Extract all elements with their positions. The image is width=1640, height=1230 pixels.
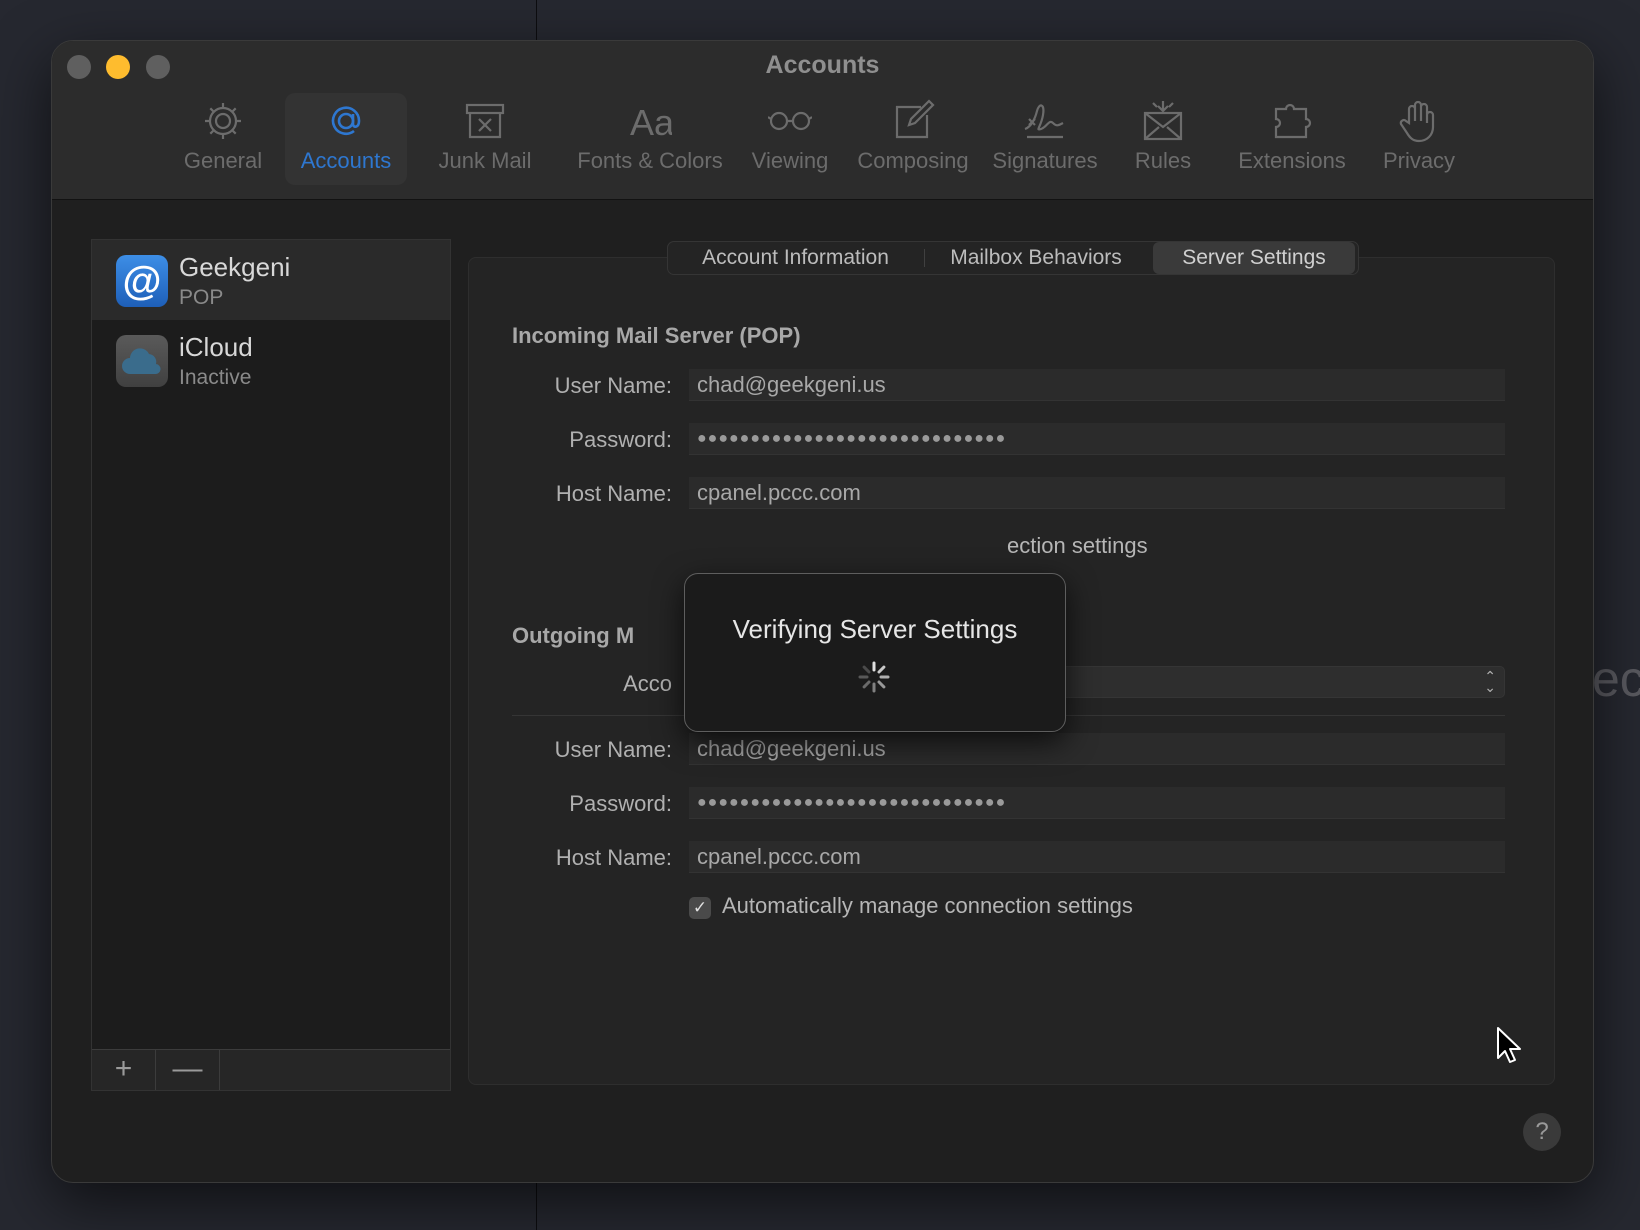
outgoing-account-label: Acco xyxy=(623,671,672,696)
accounts-window: Accounts General Accounts Junk Mail Aa F… xyxy=(51,40,1594,1183)
at-icon xyxy=(324,99,368,143)
incoming-password-field[interactable]: ●●●●●●●●●●●●●●●●●●●●●●●●●●●●● xyxy=(689,423,1505,455)
toolbar-label: General xyxy=(183,148,263,173)
rules-icon xyxy=(1141,99,1185,143)
account-row-geekgeni[interactable]: @ Geekgeni POP xyxy=(92,240,450,320)
toolbar-privacy[interactable]: Privacy xyxy=(1364,93,1474,185)
incoming-host-field[interactable]: cpanel.pccc.com xyxy=(689,477,1505,509)
toolbar-junk-mail[interactable]: Junk Mail xyxy=(417,93,553,185)
svg-text:Aa: Aa xyxy=(630,102,672,143)
outgoing-host-label: Host Name: xyxy=(555,845,672,870)
junk-mail-icon xyxy=(463,99,507,143)
gear-icon xyxy=(201,99,245,143)
toolbar-composing[interactable]: Composing xyxy=(840,93,986,185)
toolbar-accounts[interactable]: Accounts xyxy=(285,93,407,185)
incoming-password-label: Password: xyxy=(569,427,672,452)
titlebar: Accounts General Accounts Junk Mail Aa F… xyxy=(52,41,1593,200)
toolbar-label: Composing xyxy=(857,148,969,173)
toolbar-label: Extensions xyxy=(1238,148,1346,173)
outgoing-user-label: User Name: xyxy=(554,737,672,762)
toolbar-label: Rules xyxy=(1134,148,1192,173)
window-title: Accounts xyxy=(765,51,880,79)
toolbar-label: Fonts & Colors xyxy=(577,148,723,173)
outgoing-password-field[interactable]: ●●●●●●●●●●●●●●●●●●●●●●●●●●●●● xyxy=(689,787,1505,819)
accounts-sidebar: @ Geekgeni POP iCloud Inactive + — xyxy=(91,239,451,1091)
glasses-icon xyxy=(767,99,813,143)
help-button[interactable]: ? xyxy=(1523,1113,1561,1151)
toolbar-label: Junk Mail xyxy=(438,148,532,173)
verifying-sheet: Verifying Server Settings xyxy=(684,573,1066,732)
toolbar-extensions[interactable]: Extensions xyxy=(1224,93,1360,185)
tab-mailbox-behaviors[interactable]: Mailbox Behaviors xyxy=(925,242,1147,274)
account-row-icloud[interactable]: iCloud Inactive xyxy=(92,320,450,400)
sidebar-bottom-bar: + — xyxy=(92,1049,450,1090)
compose-icon xyxy=(891,99,935,143)
extensions-icon xyxy=(1270,99,1314,143)
incoming-auto-manage-label: ection settings xyxy=(1007,533,1148,558)
toolbar-fonts-colors[interactable]: Aa Fonts & Colors xyxy=(565,93,735,185)
popup-arrows-icon: ⌃ ⌄ xyxy=(1484,668,1496,695)
remove-account-button[interactable]: — xyxy=(156,1050,220,1090)
toolbar-label: Accounts xyxy=(300,148,392,173)
at-account-icon: @ xyxy=(116,255,168,307)
outgoing-user-field[interactable]: chad@geekgeni.us xyxy=(689,733,1505,765)
outgoing-password-label: Password: xyxy=(569,791,672,816)
outgoing-host-field[interactable]: cpanel.pccc.com xyxy=(689,841,1505,873)
tab-server-settings[interactable]: Server Settings xyxy=(1153,242,1355,274)
incoming-user-field[interactable]: chad@geekgeni.us xyxy=(689,369,1505,401)
signature-icon xyxy=(1023,99,1067,143)
toolbar-viewing[interactable]: Viewing xyxy=(725,93,855,185)
tab-account-information[interactable]: Account Information xyxy=(668,242,923,274)
incoming-user-label: User Name: xyxy=(554,373,672,398)
toolbar-label: Privacy xyxy=(1382,148,1456,173)
fonts-icon: Aa xyxy=(628,99,675,143)
incoming-host-label: Host Name: xyxy=(555,481,672,506)
toolbar-rules[interactable]: Rules xyxy=(1115,93,1211,185)
auto-manage-label: Automatically manage connection settings xyxy=(722,893,1133,918)
account-name: iCloud xyxy=(179,332,253,362)
toolbar-signatures[interactable]: Signatures xyxy=(977,93,1113,185)
hand-icon xyxy=(1397,99,1441,143)
tab-bar: Account Information Mailbox Behaviors Se… xyxy=(667,241,1359,275)
background-window-text: ect xyxy=(1592,651,1640,707)
toolbar-label: Viewing xyxy=(751,148,829,173)
sheet-title: Verifying Server Settings xyxy=(732,614,1018,644)
incoming-section-title: Incoming Mail Server (POP) xyxy=(512,323,801,348)
outgoing-section-title: Outgoing M xyxy=(512,623,635,648)
account-type: POP xyxy=(179,286,224,309)
toolbar-label: Signatures xyxy=(992,148,1098,173)
account-type: Inactive xyxy=(179,366,252,389)
cloud-icon xyxy=(116,335,168,387)
spinner-icon xyxy=(858,661,890,693)
account-name: Geekgeni xyxy=(179,252,291,282)
toolbar-general[interactable]: General xyxy=(175,93,271,185)
auto-manage-checkbox[interactable]: ✓ xyxy=(689,897,711,919)
add-account-button[interactable]: + xyxy=(92,1050,156,1090)
mouse-cursor-icon xyxy=(1497,1027,1521,1063)
